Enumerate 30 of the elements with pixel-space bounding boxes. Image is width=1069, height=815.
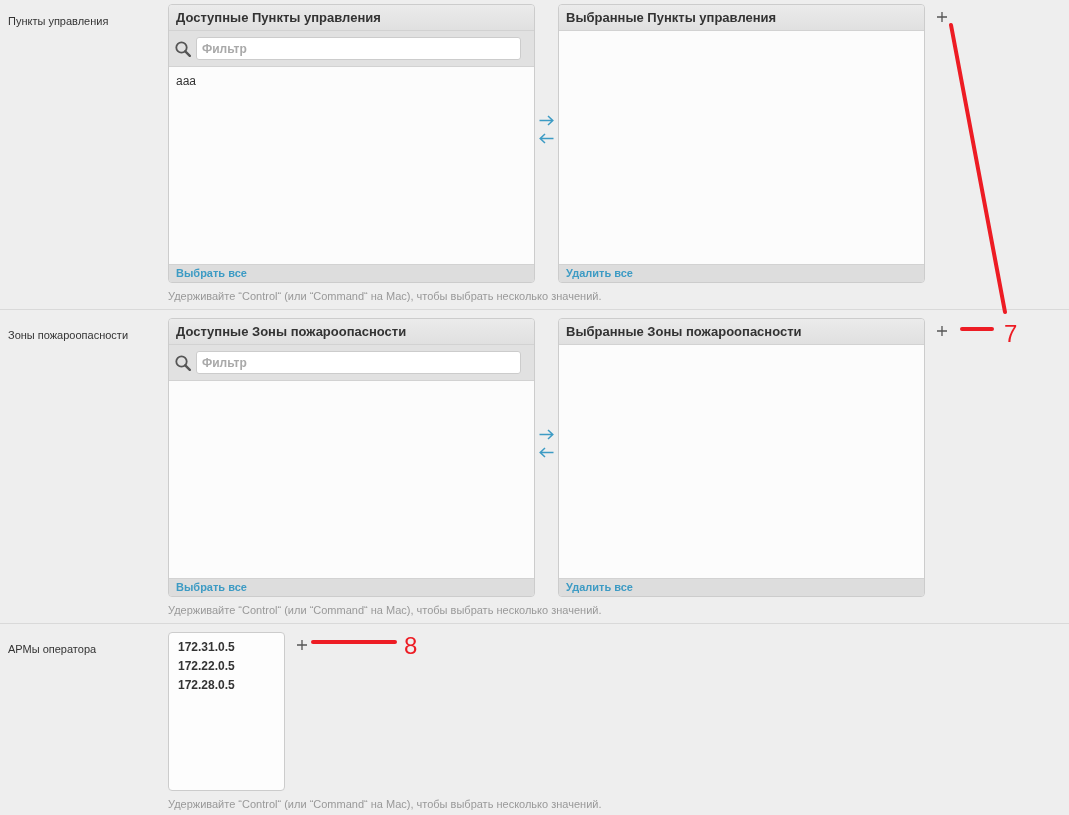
filter-field[interactable]: Фильтр <box>196 37 521 60</box>
panel-title: Доступные Зоны пожароопасности <box>169 319 534 345</box>
help-text: Удерживайте “Control“ (или “Command“ на Mac), чтобы выбрать несколько значений. <box>168 798 602 811</box>
list-option[interactable]: 172.28.0.5 <box>178 676 275 695</box>
arrow-right-icon[interactable] <box>539 428 554 440</box>
search-icon <box>175 40 191 57</box>
panel-title: Доступные Пункты управления <box>169 5 534 31</box>
search-icon <box>175 354 191 371</box>
annotation-number: 8 <box>404 634 418 658</box>
list-option[interactable]: 172.31.0.5 <box>178 638 275 657</box>
list-option[interactable]: 172.22.0.5 <box>178 657 275 676</box>
add-icon[interactable] <box>937 326 947 336</box>
panel-title: Выбранные Зоны пожароопасности <box>559 319 924 345</box>
add-icon[interactable] <box>937 12 947 22</box>
annotation-line <box>960 327 994 331</box>
add-icon[interactable] <box>297 640 307 650</box>
arrow-right-icon[interactable] <box>539 114 554 126</box>
arrow-left-icon[interactable] <box>539 446 554 458</box>
filter-field[interactable]: Фильтр <box>196 351 521 374</box>
panel-title: Выбранные Пункты управления <box>559 5 924 31</box>
annotation-number: 7 <box>1004 322 1018 346</box>
field-label: АРМы оператора <box>8 643 97 656</box>
arrow-left-icon[interactable] <box>539 132 554 144</box>
list-option[interactable]: aaa <box>176 73 527 89</box>
field-label: Зоны пожароопасности <box>8 329 129 342</box>
multi-select-list[interactable]: 172.31.0.5 172.22.0.5 172.28.0.5 <box>168 632 285 791</box>
help-text: Удерживайте “Control“ (или “Command“ на Mac), чтобы выбрать несколько значений. <box>168 604 603 617</box>
available-list[interactable]: aaa <box>169 67 534 264</box>
help-text: Удерживайте “Control“ (или “Command“ на Mac), чтобы выбрать несколько значений. <box>168 290 603 303</box>
field-label: Пункты управления <box>8 15 109 28</box>
